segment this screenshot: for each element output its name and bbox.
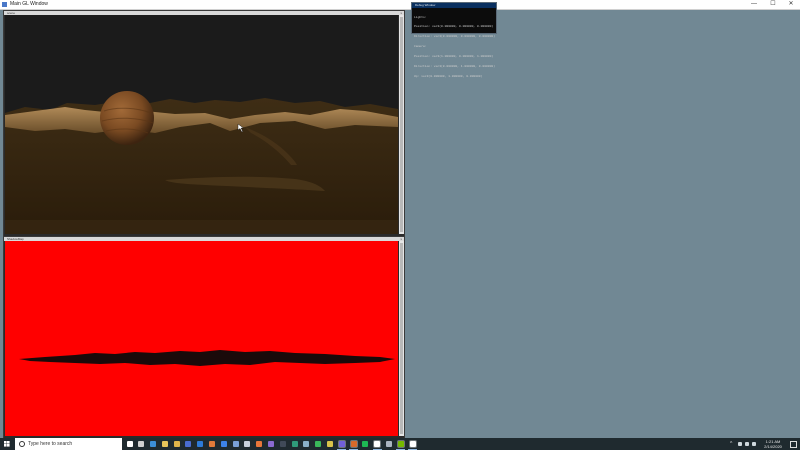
search-icon xyxy=(19,441,25,447)
system-tray: ^ 1:21 AM 2/14/2020 xyxy=(730,438,800,450)
console-icon[interactable] xyxy=(407,438,418,450)
clock[interactable]: 1:21 AM 2/14/2020 xyxy=(758,439,788,449)
keyboard-icon[interactable] xyxy=(752,442,756,446)
task-view-icon[interactable] xyxy=(136,438,147,450)
scene-viewport[interactable] xyxy=(5,15,398,234)
debug-console-window[interactable]: Debug Window Lights: Position: vec3(0.00… xyxy=(411,2,497,78)
shadowmap-render xyxy=(5,241,398,436)
console-line: Position: vec3(1.000000, 0.000000, 1.000… xyxy=(414,55,494,59)
steam-icon[interactable] xyxy=(242,438,253,450)
remote-icon[interactable] xyxy=(301,438,312,450)
app-icon[interactable] xyxy=(195,438,206,450)
tray-chevron-icon[interactable]: ^ xyxy=(730,438,732,450)
shadowmap-viewport[interactable] xyxy=(5,241,398,436)
volume-icon[interactable] xyxy=(745,442,749,446)
firefox-dev-icon[interactable] xyxy=(183,438,194,450)
network-icon[interactable] xyxy=(738,442,742,446)
scene-scrollbar[interactable] xyxy=(399,15,404,234)
scene-window[interactable]: scene x xyxy=(3,10,405,238)
chrome-icon[interactable] xyxy=(171,438,182,450)
app-icon xyxy=(2,2,7,7)
console-line: Direction: vec3(0.000000, 0.000000, 0.00… xyxy=(414,35,496,39)
main-window-titlebar[interactable]: Main GL Window — ☐ ✕ xyxy=(0,0,800,10)
taskbar: Type here to search ^ 1:21 AM 2/14/2020 xyxy=(0,438,800,450)
spotify-icon[interactable] xyxy=(360,438,371,450)
console-line: Up: vec3(0.000000, 1.000000, 0.000000) xyxy=(414,74,483,78)
close-button[interactable]: ✕ xyxy=(782,0,800,9)
cortana-icon[interactable] xyxy=(124,438,135,450)
console-output: Lights: Position: vec3(0.000000, 0.00000… xyxy=(412,8,496,86)
shadowmap-scrollbar[interactable] xyxy=(399,241,404,436)
floor-edge xyxy=(5,220,398,234)
windows-icon xyxy=(4,441,10,447)
taskbar-icons xyxy=(124,438,419,450)
start-button[interactable] xyxy=(0,438,14,450)
search-box[interactable]: Type here to search xyxy=(15,438,122,450)
globe-icon[interactable] xyxy=(230,438,241,450)
window-title: Main GL Window xyxy=(10,1,48,7)
notification-icon[interactable] xyxy=(790,441,797,448)
maximize-button[interactable]: ☐ xyxy=(764,0,782,9)
visual-studio-icon[interactable] xyxy=(289,438,300,450)
file-explorer-icon[interactable] xyxy=(159,438,170,450)
terminal-icon[interactable] xyxy=(277,438,288,450)
search-placeholder: Type here to search xyxy=(28,441,73,447)
firefox-icon[interactable] xyxy=(254,438,265,450)
steam-client-icon[interactable] xyxy=(384,438,395,450)
clock-date: 2/14/2020 xyxy=(764,444,782,449)
gl-window-icon[interactable] xyxy=(372,438,383,450)
dropbox-icon[interactable] xyxy=(218,438,229,450)
console-line: Direction: vec3(0.000000, 1.000000, 0.00… xyxy=(414,65,496,69)
scene-render xyxy=(5,15,398,234)
orange-app-icon[interactable] xyxy=(348,438,359,450)
shadowmap-window[interactable]: ShadowMap x xyxy=(3,236,405,440)
yellow-app-icon[interactable] xyxy=(325,438,336,450)
nvidia-icon[interactable] xyxy=(395,438,406,450)
purple-app-icon[interactable] xyxy=(336,438,347,450)
console-line: Position: vec3(0.000000, 0.000000, 0.000… xyxy=(414,25,494,29)
console-line: Lights: xyxy=(414,15,427,19)
media-icon[interactable] xyxy=(266,438,277,450)
green-app-icon[interactable] xyxy=(313,438,324,450)
edge-icon[interactable] xyxy=(148,438,159,450)
flame-icon[interactable] xyxy=(207,438,218,450)
console-line: Camera: xyxy=(414,45,427,49)
minimize-button[interactable]: — xyxy=(745,0,763,9)
